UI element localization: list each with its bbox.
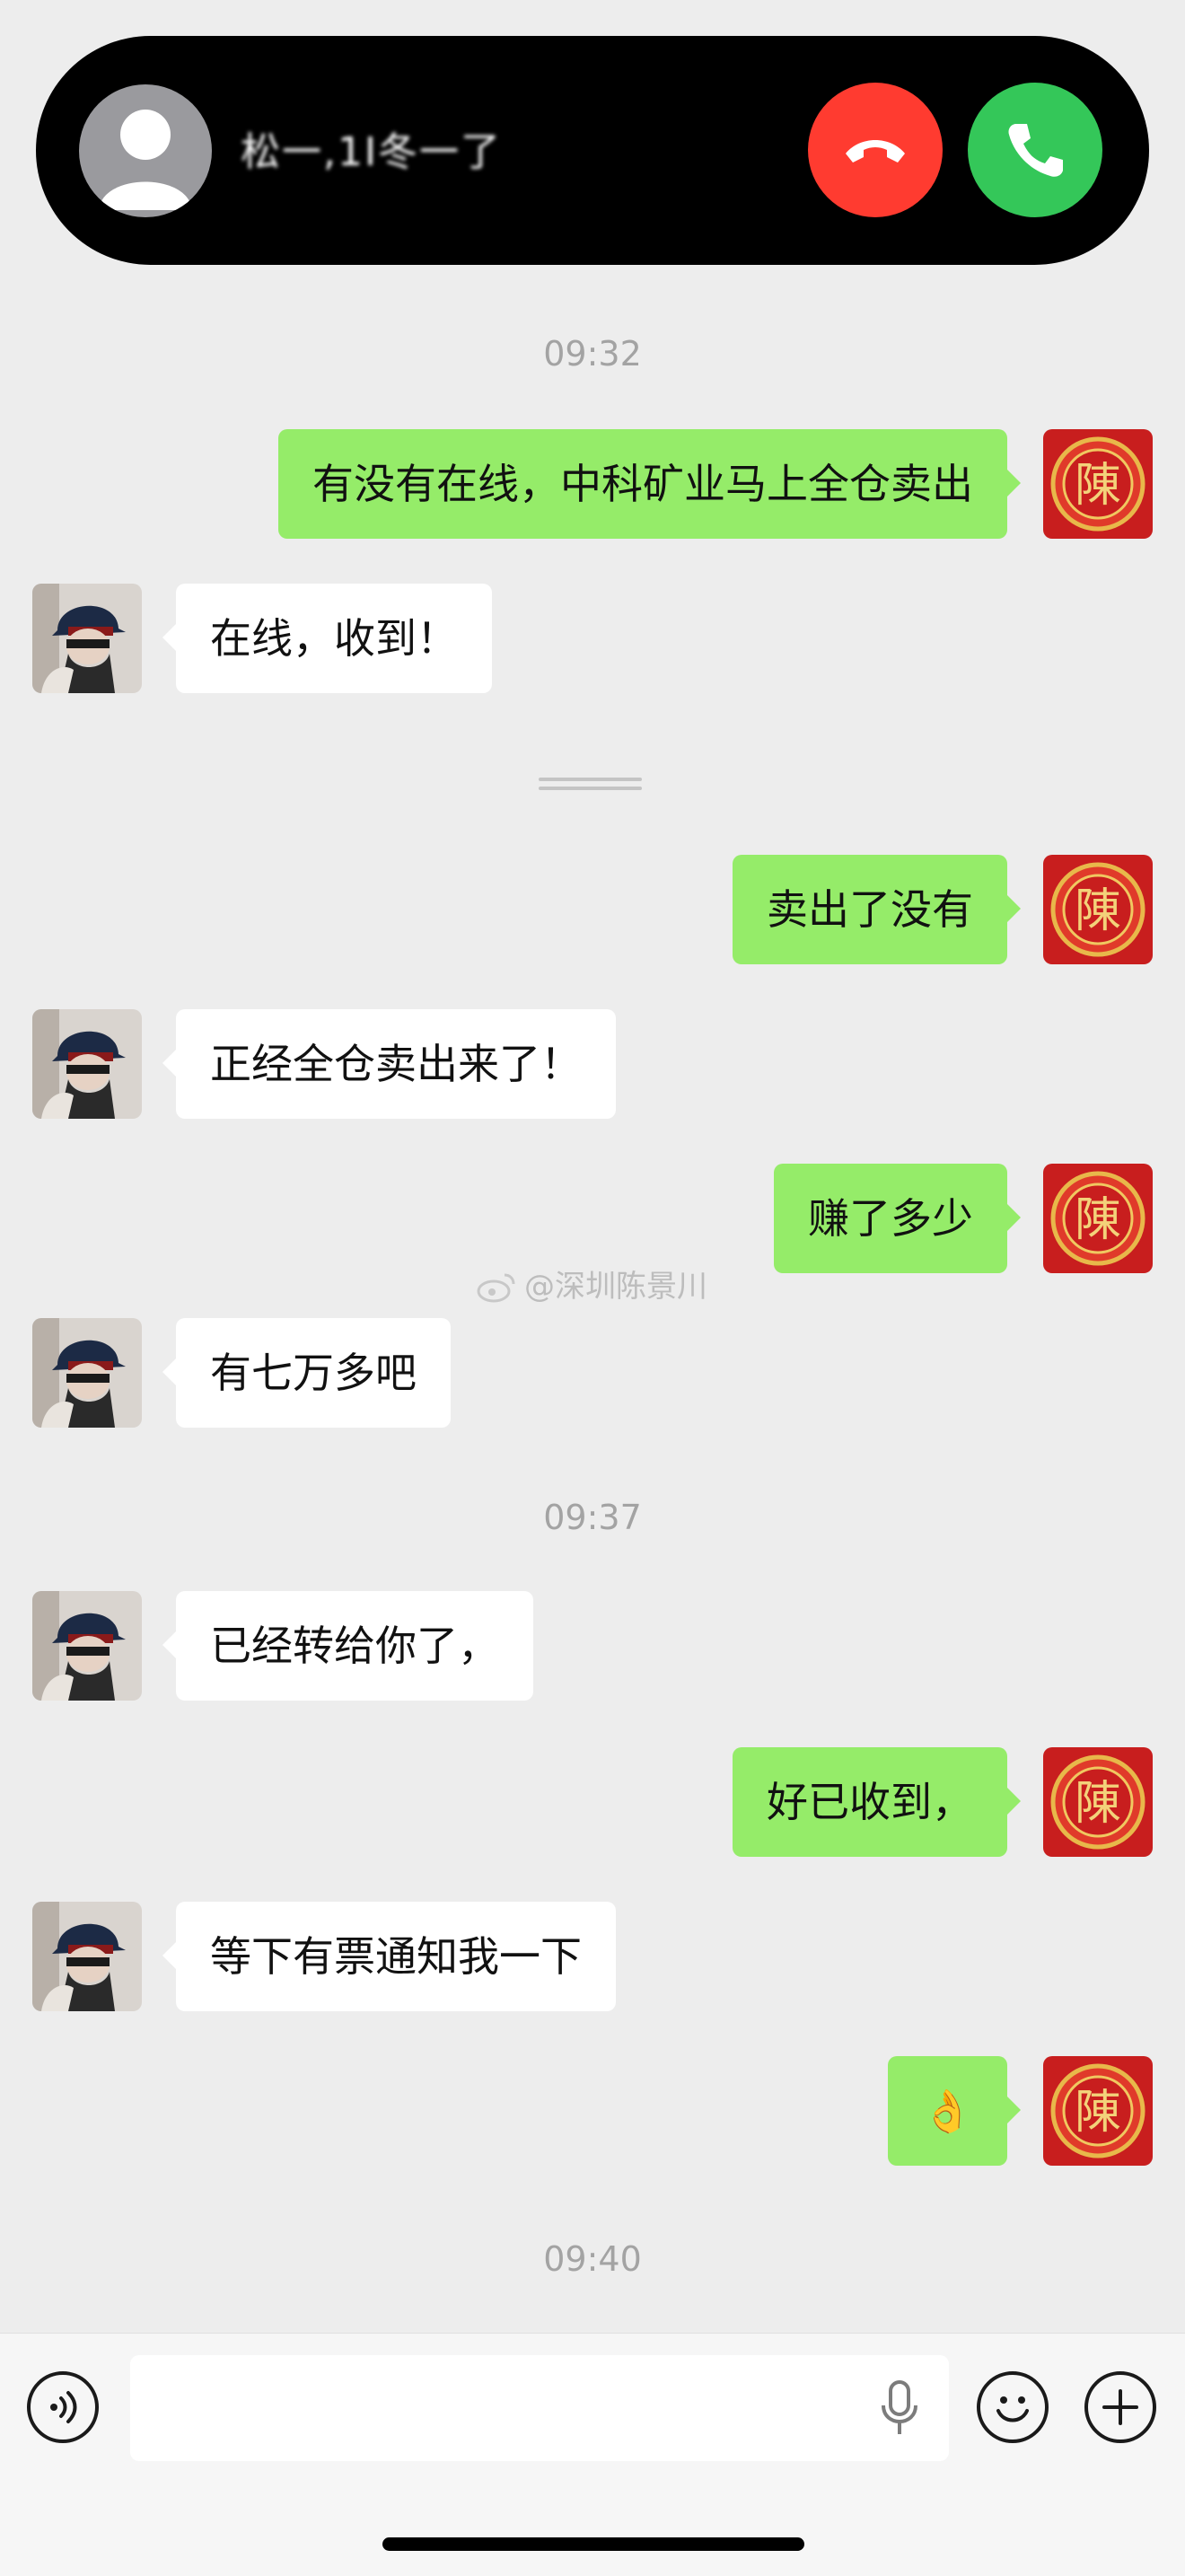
red-seal-avatar-icon: 陳 xyxy=(1043,1747,1153,1857)
self-avatar[interactable]: 陳 xyxy=(1043,429,1153,539)
emoji-button[interactable] xyxy=(977,2371,1049,2443)
person-icon xyxy=(99,110,192,210)
message-bubble[interactable]: 有没有在线，中科矿业马上全仓卖出 xyxy=(278,429,1021,539)
contact-avatar[interactable] xyxy=(32,1902,142,2011)
person-avatar-icon xyxy=(32,1591,142,1701)
message-bubble[interactable]: 在线，收到！ xyxy=(162,584,492,693)
avatar-character: 陳 xyxy=(1075,884,1121,938)
voice-icon xyxy=(50,2391,77,2423)
hang-up-icon xyxy=(846,140,905,163)
home-indicator[interactable] xyxy=(382,2537,804,2551)
accept-call-button[interactable] xyxy=(968,83,1102,217)
decline-call-button[interactable] xyxy=(808,83,943,217)
more-actions-button[interactable] xyxy=(1084,2371,1156,2443)
incoming-call-banner[interactable]: 松一,1I冬一了 xyxy=(36,36,1149,265)
contact-avatar[interactable] xyxy=(32,1318,142,1428)
weibo-icon xyxy=(477,1273,515,1303)
red-seal-avatar-icon: 陳 xyxy=(1043,2056,1153,2166)
person-avatar-icon xyxy=(32,584,142,693)
message-bubble[interactable]: 👌 xyxy=(887,2056,1022,2166)
microphone-icon[interactable] xyxy=(880,2380,919,2436)
message-bubble[interactable]: 赚了多少 xyxy=(774,1164,1021,1273)
self-avatar[interactable]: 陳 xyxy=(1043,1164,1153,1273)
watermark: @深圳陈景川 xyxy=(476,1264,707,1309)
caller-name: 松一,1I冬一了 xyxy=(241,129,502,175)
watermark-text: @深圳陈景川 xyxy=(524,1269,707,1305)
chat-timestamp: 09:37 xyxy=(543,1498,642,1537)
message-bubble[interactable]: 有七万多吧 xyxy=(162,1318,451,1428)
message-bubble[interactable]: 正经全仓卖出来了！ xyxy=(162,1009,616,1119)
message-input[interactable] xyxy=(130,2355,949,2461)
message-bubble[interactable]: 卖出了没有 xyxy=(733,855,1021,964)
self-avatar[interactable]: 陳 xyxy=(1043,1747,1153,1857)
person-avatar-icon xyxy=(32,1902,142,2011)
message-bubble[interactable]: 等下有票通知我一下 xyxy=(162,1902,616,2011)
plus-icon xyxy=(1102,2389,1138,2425)
smiley-icon xyxy=(996,2396,1029,2422)
message-bubble[interactable]: 已经转给你了， xyxy=(162,1591,533,1701)
contact-avatar[interactable] xyxy=(32,1591,142,1701)
self-avatar[interactable]: 陳 xyxy=(1043,2056,1153,2166)
red-seal-avatar-icon: 陳 xyxy=(1043,1164,1153,1273)
contact-avatar[interactable] xyxy=(32,1009,142,1119)
red-seal-avatar-icon: 陳 xyxy=(1043,429,1153,539)
person-avatar-icon xyxy=(32,1318,142,1428)
recalled-message-indicator xyxy=(539,772,642,799)
voice-mode-button[interactable] xyxy=(27,2371,99,2443)
chat-timestamp: 09:40 xyxy=(543,2239,642,2279)
red-seal-avatar-icon: 陳 xyxy=(1043,855,1153,964)
caller-avatar xyxy=(79,84,212,217)
avatar-character: 陳 xyxy=(1075,1193,1121,1247)
avatar-character: 陳 xyxy=(1075,459,1121,513)
self-avatar[interactable]: 陳 xyxy=(1043,855,1153,964)
chat-timestamp: 09:32 xyxy=(543,334,642,374)
phone-icon xyxy=(1008,124,1063,177)
avatar-character: 陳 xyxy=(1075,1777,1121,1831)
message-bubble[interactable]: 好已收到， xyxy=(733,1747,1021,1857)
person-avatar-icon xyxy=(32,1009,142,1119)
avatar-character: 陳 xyxy=(1075,2086,1121,2140)
contact-avatar[interactable] xyxy=(32,584,142,693)
